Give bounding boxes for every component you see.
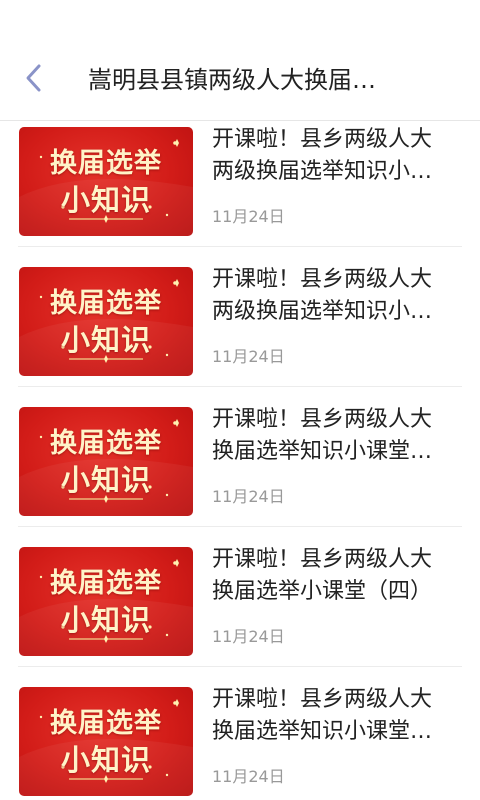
article-date: 11月24日 — [212, 487, 285, 506]
article-title-line1: 开课啦！县乡两级人大 — [212, 687, 433, 712]
article-title[interactable]: 开课啦！县乡两级人大 换届选举小课堂（四） — [212, 544, 458, 608]
article-title[interactable]: 开课啦！县乡两级人大 换届选举知识小课堂… — [212, 404, 458, 468]
thumbnail-text-line1: 换届选举 — [50, 148, 162, 179]
thumbnail-text-line2: 小知识 — [60, 463, 151, 497]
article-title-line1: 开课啦！县乡两级人大 — [212, 267, 433, 292]
article-date: 11月24日 — [212, 767, 285, 786]
list-item[interactable]: 换届选举 小知识 开课啦！县乡两级人大 两级换届选举知识小… 11月24日 — [18, 247, 462, 387]
thumbnail-image[interactable]: 换届选举 小知识 — [19, 127, 193, 236]
article-title-line2: 两级换届选举知识小… — [212, 299, 433, 324]
thumbnail-text-line1: 换届选举 — [50, 288, 162, 319]
thumbnail-image[interactable]: 换届选举 小知识 — [19, 547, 193, 656]
list-item[interactable]: 换届选举 小知识 开课啦！县乡两级人大 换届选举小课堂（四） 11月24日 — [18, 527, 462, 667]
article-list[interactable]: 换届选举 小知识 开课啦！县乡两级人大 两级换届选举知识小… 11月24日 换届… — [0, 107, 480, 800]
article-date: 11月24日 — [212, 347, 285, 366]
list-item[interactable]: 换届选举 小知识 开课啦！县乡两级人大 换届选举知识小课堂… 11月24日 — [18, 667, 462, 800]
list-item[interactable]: 换届选举 小知识 开课啦！县乡两级人大 两级换届选举知识小… 11月24日 — [18, 107, 462, 247]
thumbnail-text-line1: 换届选举 — [50, 428, 162, 459]
article-title-line2: 两级换届选举知识小… — [212, 159, 433, 184]
thumbnail-text-line2: 小知识 — [60, 323, 151, 357]
thumbnail-text-line1: 换届选举 — [50, 708, 162, 739]
article-title-line1: 开课啦！县乡两级人大 — [212, 127, 433, 152]
thumbnail-text-line2: 小知识 — [60, 743, 151, 777]
article-title[interactable]: 开课啦！县乡两级人大 换届选举知识小课堂… — [212, 684, 458, 748]
thumbnail-image[interactable]: 换届选举 小知识 — [19, 687, 193, 796]
back-button[interactable] — [16, 58, 52, 98]
article-title-line2: 换届选举小课堂（四） — [212, 579, 433, 604]
thumbnail-text-line2: 小知识 — [60, 603, 151, 637]
app-root: 换届选举 小知识 开课啦！县乡两级人大 两级换届选举知识小… 11月24日 换届… — [0, 0, 480, 800]
thumbnail-text-line1: 换届选举 — [50, 568, 162, 599]
article-title-line2: 换届选举知识小课堂… — [212, 719, 433, 744]
article-date: 11月24日 — [212, 207, 285, 226]
thumbnail-image[interactable]: 换届选举 小知识 — [19, 267, 193, 376]
article-title-line2: 换届选举知识小课堂… — [212, 439, 433, 464]
article-date: 11月24日 — [212, 627, 285, 646]
article-title-line1: 开课啦！县乡两级人大 — [212, 407, 433, 432]
page-title: 嵩明县县镇两级人大换届… — [88, 66, 376, 94]
thumbnail-image[interactable]: 换届选举 小知识 — [19, 407, 193, 516]
article-title[interactable]: 开课啦！县乡两级人大 两级换届选举知识小… — [212, 264, 458, 328]
thumbnail-text-line2: 小知识 — [60, 183, 151, 217]
top-bar: 嵩明县县镇两级人大换届… — [0, 0, 480, 121]
article-title[interactable]: 开课啦！县乡两级人大 两级换届选举知识小… — [212, 124, 458, 188]
article-title-line1: 开课啦！县乡两级人大 — [212, 547, 433, 572]
chevron-left-icon — [26, 64, 41, 92]
list-item[interactable]: 换届选举 小知识 开课啦！县乡两级人大 换届选举知识小课堂… 11月24日 — [18, 387, 462, 527]
